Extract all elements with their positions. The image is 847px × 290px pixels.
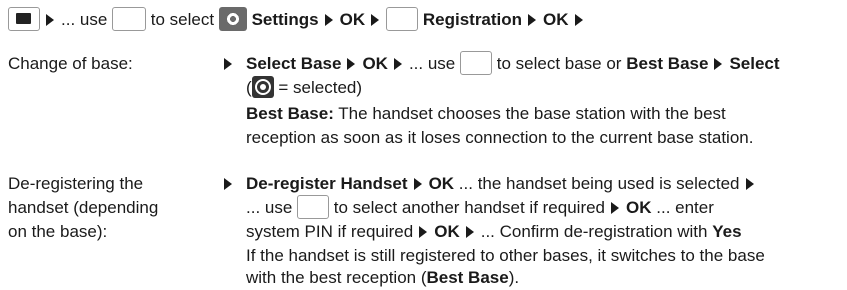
row-label: handset (depending <box>8 198 159 217</box>
ok-label: OK <box>339 10 366 29</box>
row-text: system PIN if required OK... Confirm de-r… <box>246 222 742 241</box>
row-label: Change of base: <box>8 54 133 73</box>
row-text: ( = selected) <box>246 75 362 100</box>
arrow-icon <box>46 13 54 26</box>
instruction-text: to select <box>150 10 215 29</box>
ok-label: OK <box>543 10 569 29</box>
up-down-key-icon <box>297 194 330 219</box>
row-label: on the base): <box>8 222 108 241</box>
selected-radio-icon <box>251 75 274 98</box>
arrow-icon <box>324 13 333 26</box>
arrow-icon <box>528 13 537 26</box>
menu-key-icon <box>8 6 40 31</box>
settings-gear-icon <box>218 6 247 31</box>
row-label: De-registering the <box>8 174 144 193</box>
up-down-key-icon <box>386 6 419 31</box>
bullet-icon <box>224 58 232 70</box>
row-text: with the best reception (Best Base). <box>246 268 520 287</box>
up-down-key-icon <box>460 50 492 75</box>
row-text: If the handset is still registered to ot… <box>246 246 765 265</box>
arrow-icon <box>347 57 356 70</box>
arrow-icon <box>745 177 754 190</box>
row-text: De-register Handset OK ... the handset be… <box>246 172 761 196</box>
settings-label: Settings <box>251 10 319 29</box>
arrow-icon <box>465 225 474 238</box>
arrow-icon <box>574 13 583 26</box>
bullet-icon <box>224 178 232 190</box>
arrow-icon <box>419 225 428 238</box>
arrow-icon <box>714 57 723 70</box>
instruction-text: ... use <box>61 10 108 29</box>
arrow-icon <box>371 13 380 26</box>
navigation-key-icon <box>112 6 147 31</box>
row-text: reception as soon as it loses connection… <box>246 128 754 147</box>
row-text: Select Base OK... use to select base or B… <box>246 50 780 77</box>
row-text: ... use to select another handset if req… <box>246 194 714 221</box>
arrow-icon <box>393 57 402 70</box>
arrow-icon <box>611 201 620 214</box>
menu-path: ... use to select Settings OK Registratio… <box>8 6 590 33</box>
row-text: Best Base: The handset chooses the base … <box>246 104 726 123</box>
registration-label: Registration <box>422 10 523 29</box>
arrow-icon <box>413 177 422 190</box>
